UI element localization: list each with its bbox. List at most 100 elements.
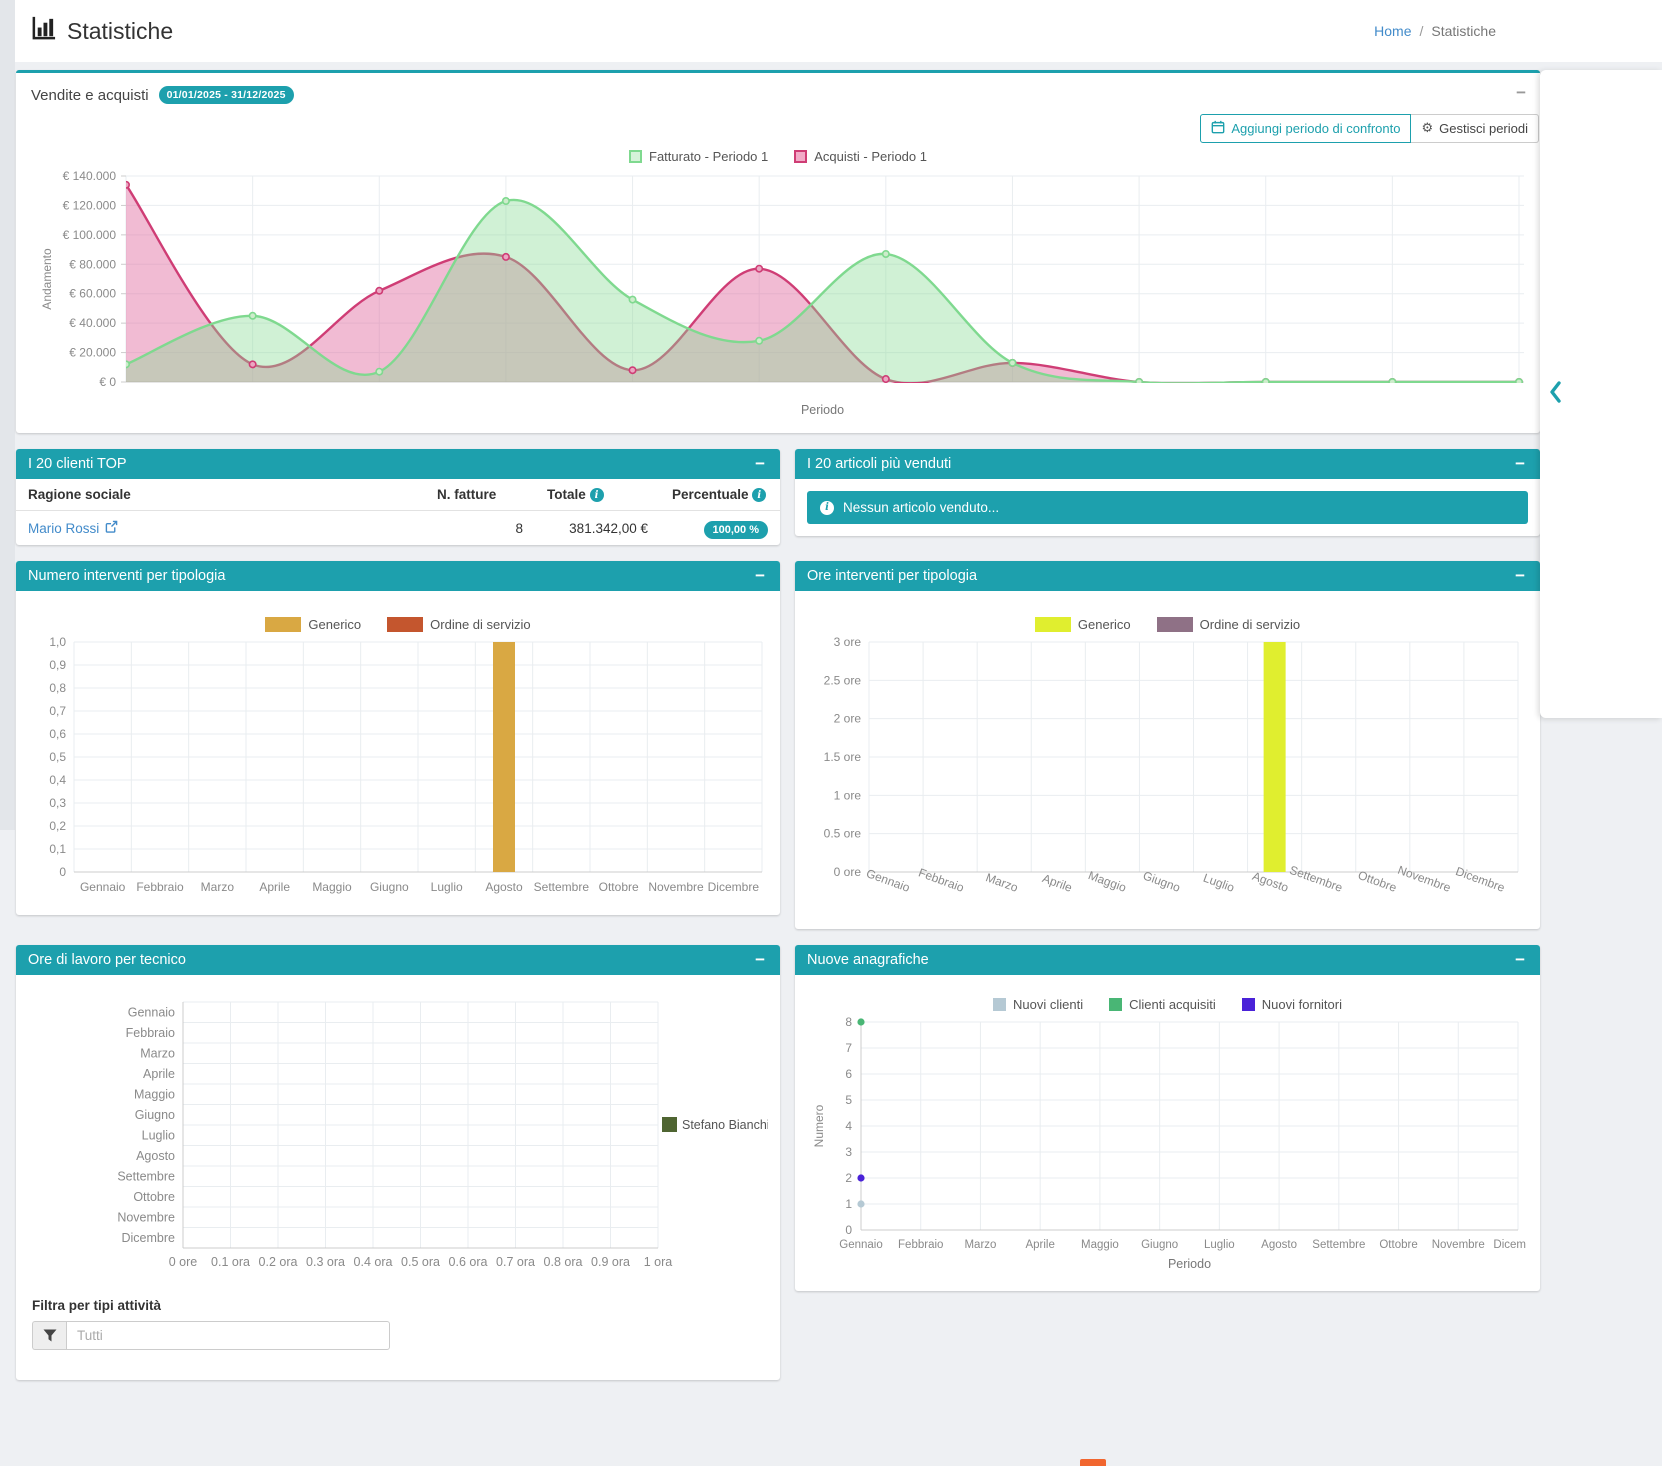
svg-text:0,4: 0,4: [49, 773, 66, 787]
svg-text:1,0: 1,0: [49, 636, 66, 649]
collapse-minus-icon[interactable]: −: [1512, 954, 1528, 966]
empty-alert: i Nessun articolo venduto...: [807, 491, 1528, 524]
chevron-left-icon[interactable]: [1548, 380, 1562, 409]
col-ragione-sociale: Ragione sociale: [16, 479, 425, 511]
svg-text:Luglio: Luglio: [1201, 871, 1236, 895]
legend-item: Nuovi clienti: [993, 997, 1083, 1012]
tecnico-chart-svg: 0 ore0.1 ora0.2 ora0.3 ora0.4 ora0.5 ora…: [28, 989, 768, 1277]
breadcrumb-home-link[interactable]: Home: [1374, 23, 1411, 39]
col-totale: Totale i: [535, 479, 660, 511]
svg-text:4: 4: [845, 1119, 852, 1133]
legend-label: Ordine di servizio: [430, 617, 530, 632]
svg-text:Novembre: Novembre: [648, 880, 704, 894]
sales-panel-header: Vendite e acquisti 01/01/2025 - 31/12/20…: [16, 73, 1540, 106]
svg-text:0,9: 0,9: [49, 658, 66, 672]
legend-item: Clienti acquisiti: [1109, 997, 1216, 1012]
svg-text:Dicembre: Dicembre: [708, 880, 760, 894]
svg-text:Settembre: Settembre: [1312, 1239, 1365, 1251]
svg-text:Marzo: Marzo: [984, 871, 1020, 896]
svg-text:Ottobre: Ottobre: [599, 880, 639, 894]
svg-text:Aprile: Aprile: [1040, 872, 1074, 896]
svg-text:Settembre: Settembre: [534, 880, 590, 894]
svg-text:€ 120.000: € 120.000: [63, 198, 117, 212]
svg-text:0.3 ora: 0.3 ora: [306, 1255, 345, 1269]
svg-text:Luglio: Luglio: [142, 1129, 175, 1143]
svg-text:Novembre: Novembre: [1432, 1239, 1485, 1251]
legend-swatch: [794, 150, 807, 163]
svg-text:€ 40.000: € 40.000: [69, 316, 116, 330]
legend-swatch: [265, 617, 301, 632]
filter-label: Filtra per tipi attività: [32, 1298, 764, 1313]
legend-label: Nuovi clienti: [1013, 997, 1083, 1012]
svg-text:0,5: 0,5: [49, 750, 66, 764]
svg-text:Ottobre: Ottobre: [133, 1190, 175, 1204]
svg-text:Gennaio: Gennaio: [839, 1239, 882, 1251]
legend-swatch: [387, 617, 423, 632]
collapse-minus-icon[interactable]: −: [1512, 570, 1528, 582]
tecnico-panel-title: Ore di lavoro per tecnico: [28, 952, 186, 968]
content: Vendite e acquisti 01/01/2025 - 31/12/20…: [0, 62, 1662, 1440]
legend-item: Ordine di servizio: [387, 617, 530, 632]
legend-item: Ordine di servizio: [1157, 617, 1300, 632]
collapse-minus-icon[interactable]: −: [752, 954, 768, 966]
svg-text:Agosto: Agosto: [1250, 869, 1290, 895]
svg-text:Periodo: Periodo: [1168, 1257, 1211, 1271]
collapse-minus-icon[interactable]: −: [752, 458, 768, 470]
legend-label: Generico: [1078, 617, 1131, 632]
legend-label: Fatturato - Periodo 1: [649, 149, 768, 164]
ore-panel-header: Ore interventi per tipologia −: [795, 561, 1540, 591]
legend-swatch: [629, 150, 642, 163]
svg-text:Agosto: Agosto: [1261, 1239, 1297, 1251]
svg-text:€ 140.000: € 140.000: [63, 169, 117, 183]
legend-label: Nuovi fornitori: [1262, 997, 1342, 1012]
collapse-minus-icon[interactable]: −: [752, 570, 768, 582]
manage-periods-button[interactable]: ⚙ Gestisci periodi: [1411, 114, 1539, 143]
client-link[interactable]: Mario Rossi: [28, 520, 118, 536]
date-range-badge: 01/01/2025 - 31/12/2025: [159, 86, 294, 104]
anagrafiche-legend: Nuovi clienti Clienti acquisiti Nuovi forn…: [807, 987, 1528, 1016]
svg-text:0,1: 0,1: [49, 842, 66, 856]
articoli-panel-header: I 20 articoli più venduti −: [795, 449, 1540, 479]
legend-swatch: [1157, 617, 1193, 632]
svg-text:Dicembre: Dicembre: [1493, 1239, 1526, 1251]
svg-text:Dicembre: Dicembre: [1454, 865, 1507, 896]
anagrafiche-panel-title: Nuove anagrafiche: [807, 952, 929, 968]
panel-vendite-acquisti: Vendite e acquisti 01/01/2025 - 31/12/20…: [16, 70, 1540, 433]
table-header-row: Ragione sociale N. fatture Totale i Perc…: [16, 479, 780, 511]
info-icon[interactable]: i: [590, 488, 604, 502]
svg-text:0.1 ora: 0.1 ora: [211, 1255, 250, 1269]
add-compare-period-button[interactable]: Aggiungi periodo di confronto: [1200, 114, 1411, 143]
collapse-minus-icon[interactable]: −: [1512, 458, 1528, 470]
svg-text:€ 100.000: € 100.000: [63, 228, 117, 242]
panel-clienti-top: I 20 clienti TOP − Ragione sociale N. fa…: [16, 449, 780, 545]
page-header: Statistiche Home / Statistiche: [15, 0, 1662, 62]
svg-text:Febbraio: Febbraio: [126, 1026, 175, 1040]
clienti-panel-header: I 20 clienti TOP −: [16, 449, 780, 479]
svg-text:Aprile: Aprile: [143, 1067, 175, 1081]
svg-text:Novembre: Novembre: [117, 1211, 175, 1225]
svg-text:Gennaio: Gennaio: [80, 880, 126, 894]
anagrafiche-panel-header: Nuove anagrafiche −: [795, 945, 1540, 975]
info-icon[interactable]: i: [752, 488, 766, 502]
legend-swatch: [1035, 617, 1071, 632]
legend-swatch: [993, 998, 1006, 1011]
svg-text:2 ore: 2 ore: [834, 712, 862, 726]
svg-text:0,2: 0,2: [49, 819, 66, 833]
panel-numero-interventi: Numero interventi per tipologia − Generi…: [16, 561, 780, 915]
ore-chart-svg: 3 ore2.5 ore2 ore1.5 ore1 ore0.5 ore0 or…: [807, 636, 1526, 912]
legend-item: Nuovi fornitori: [1242, 997, 1342, 1012]
filter-input[interactable]: [66, 1321, 390, 1350]
svg-text:1 ore: 1 ore: [834, 789, 862, 803]
col-n-fatture: N. fatture: [425, 479, 535, 511]
svg-text:Marzo: Marzo: [140, 1047, 175, 1061]
legend-label: Acquisti - Periodo 1: [814, 149, 927, 164]
breadcrumb-current: Statistiche: [1431, 23, 1496, 39]
breadcrumb-separator: /: [1420, 23, 1424, 39]
percent-badge: 100,00 %: [704, 521, 768, 539]
filter-funnel-button[interactable]: [32, 1321, 66, 1350]
collapse-minus-icon[interactable]: −: [1516, 83, 1526, 103]
legend-label: Ordine di servizio: [1200, 617, 1300, 632]
svg-text:0 ore: 0 ore: [169, 1255, 198, 1269]
svg-text:0,3: 0,3: [49, 796, 66, 810]
legend-item: Acquisti - Periodo 1: [794, 149, 927, 164]
